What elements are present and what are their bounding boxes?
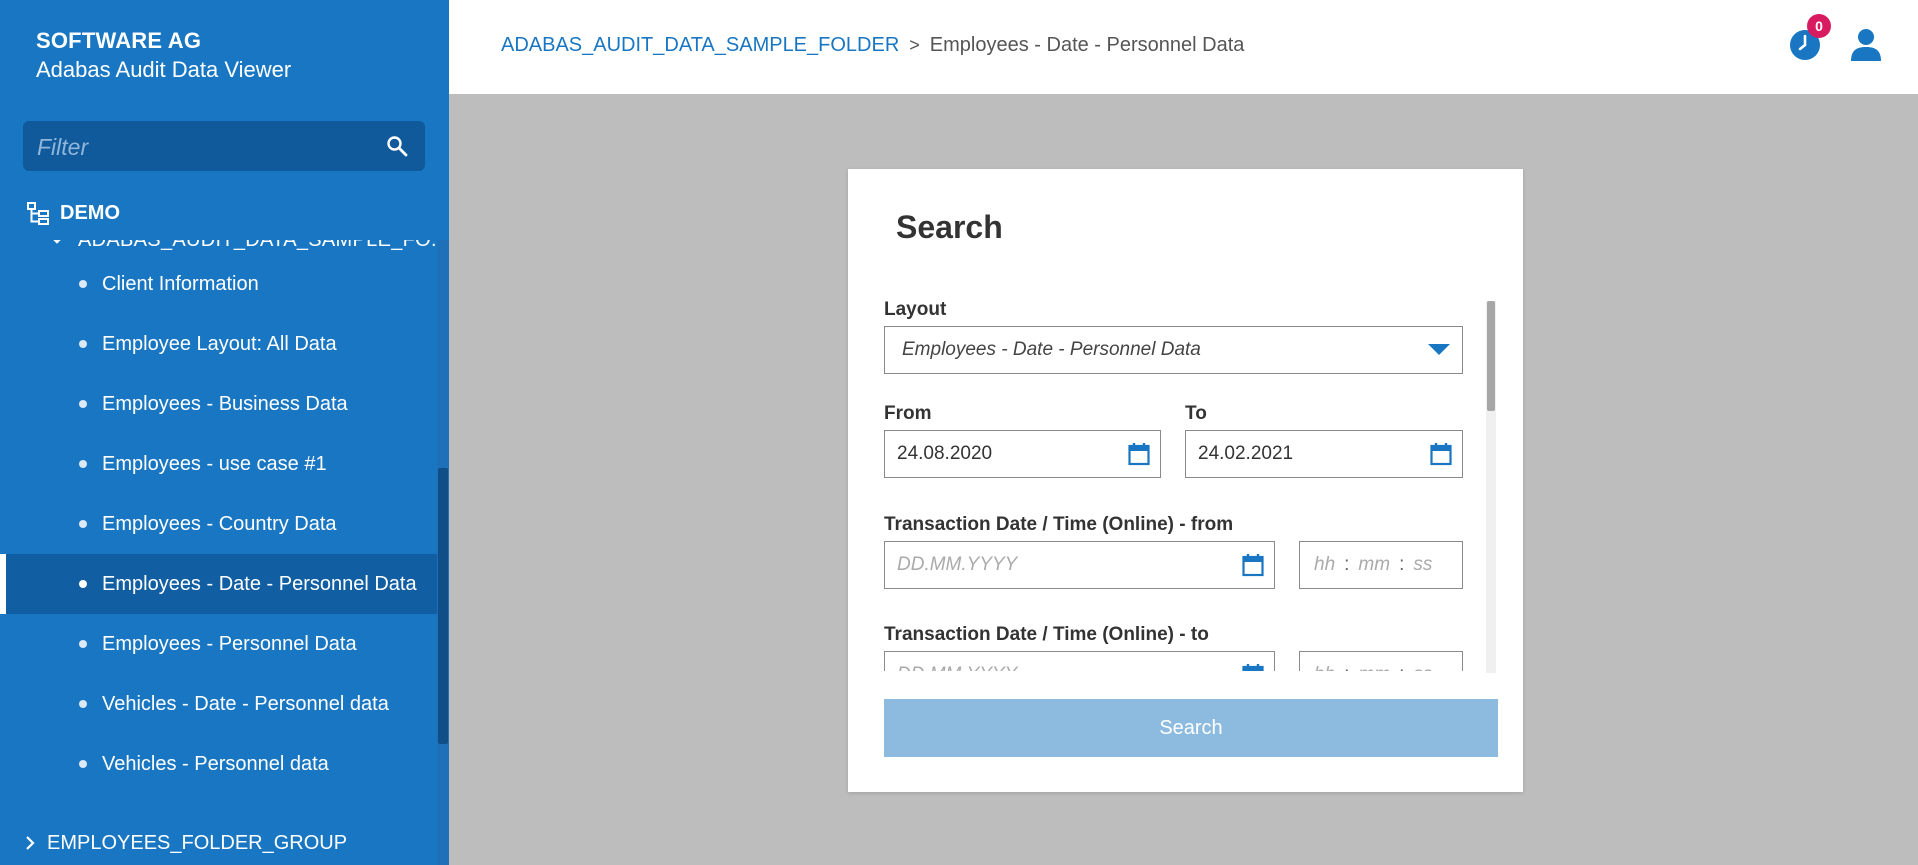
breadcrumb-current: Employees - Date - Personnel Data — [929, 34, 1245, 56]
sidebar-scrollbar-thumb[interactable] — [438, 468, 448, 744]
tree-item-label: Vehicles - Date - Personnel data — [102, 692, 389, 715]
tree-item-employees-country-data[interactable]: Employees - Country Data — [0, 494, 437, 554]
chevron-right-icon — [26, 836, 35, 850]
breadcrumb-folder-link[interactable]: ADABAS_AUDIT_DATA_SAMPLE_FOLDER — [501, 34, 899, 57]
bullet-icon — [79, 760, 87, 768]
time-hh-placeholder: hh — [1314, 554, 1336, 575]
time-ss-placeholder: ss — [1413, 664, 1432, 671]
layout-label: Layout — [884, 299, 947, 320]
tree-root-demo[interactable]: DEMO — [26, 196, 120, 230]
tx-from-label: Transaction Date / Time (Online) - from — [884, 514, 1234, 535]
time-mm-placeholder: mm — [1358, 664, 1390, 671]
to-date-field[interactable]: 24.02.2021 — [1185, 430, 1463, 478]
tree-item-employees-personnel-data[interactable]: Employees - Personnel Data — [0, 614, 437, 674]
dialog-scrollbar-thumb[interactable] — [1487, 301, 1495, 411]
bullet-icon — [79, 580, 87, 588]
tree-folder-label: EMPLOYEES_FOLDER_GROUP — [47, 831, 348, 854]
tx-to-label: Transaction Date / Time (Online) - to — [884, 624, 1209, 645]
layout-select-value: Employees - Date - Personnel Data — [902, 339, 1201, 360]
tree-item-label: Employees - Business Data — [102, 392, 348, 415]
sidebar: SOFTWARE AG Adabas Audit Data Viewer DEM… — [0, 0, 449, 865]
time-separator: : — [1399, 554, 1405, 575]
history-count-badge: 0 — [1807, 14, 1831, 38]
to-label: To — [1185, 403, 1207, 424]
search-icon[interactable] — [385, 134, 409, 158]
search-button[interactable]: Search — [884, 699, 1498, 757]
tree-item-vehicles-personnel-data[interactable]: Vehicles - Personnel data — [0, 734, 437, 794]
calendar-icon[interactable] — [1242, 663, 1264, 671]
tree-item-employees-date-personnel-data[interactable]: Employees - Date - Personnel Data — [0, 554, 437, 614]
tree-folder-employees-folder-group[interactable]: EMPLOYEES_FOLDER_GROUP — [25, 826, 347, 860]
bullet-icon — [79, 460, 87, 468]
brand: SOFTWARE AG Adabas Audit Data Viewer — [36, 28, 291, 83]
tree-icon — [27, 202, 49, 225]
tx-from-time-field[interactable]: hh : mm : ss — [1299, 541, 1463, 589]
header: ADABAS_AUDIT_DATA_SAMPLE_FOLDER > Employ… — [449, 0, 1918, 94]
breadcrumb: ADABAS_AUDIT_DATA_SAMPLE_FOLDER > Employ… — [501, 34, 1244, 57]
brand-company: SOFTWARE AG — [36, 28, 202, 53]
bullet-icon — [79, 280, 87, 288]
tx-from-date-placeholder: DD.MM.YYYY — [897, 554, 1018, 575]
bullet-icon — [79, 640, 87, 648]
brand-app-name: Adabas Audit Data Viewer — [36, 57, 292, 82]
tree-item-label: Employees - Country Data — [102, 512, 337, 535]
time-separator: : — [1344, 554, 1350, 575]
tree-item-vehicles-date-personnel-data[interactable]: Vehicles - Date - Personnel data — [0, 674, 437, 734]
tree-scroll-area: ADABAS_AUDIT_DATA_SAMPLE_FO... Client In… — [0, 240, 449, 865]
calendar-icon[interactable] — [1242, 553, 1264, 577]
layout-select[interactable]: Employees - Date - Personnel Data — [884, 326, 1463, 374]
search-dialog: Search Layout Employees - Date - Personn… — [848, 169, 1523, 792]
bullet-icon — [79, 520, 87, 528]
breadcrumb-separator: > — [909, 35, 920, 55]
tree-item-label: Employee Layout: All Data — [102, 332, 337, 355]
tx-to-time-field[interactable]: hh : mm : ss — [1299, 651, 1463, 671]
tree-root-label: DEMO — [60, 201, 120, 224]
user-icon[interactable] — [1847, 26, 1885, 64]
from-date-value: 24.08.2020 — [897, 443, 993, 464]
tree-item-label: Client Information — [102, 272, 259, 295]
to-date-value: 24.02.2021 — [1198, 443, 1294, 464]
tx-to-date-field[interactable]: DD.MM.YYYY — [884, 651, 1275, 671]
bullet-icon — [79, 400, 87, 408]
calendar-icon[interactable] — [1430, 442, 1452, 466]
tree-item-employee-layout-all-data[interactable]: Employee Layout: All Data — [0, 314, 437, 374]
filter-input[interactable] — [35, 121, 379, 173]
tx-to-date-placeholder: DD.MM.YYYY — [885, 664, 1274, 671]
tx-from-date-field[interactable]: DD.MM.YYYY — [884, 541, 1275, 589]
from-date-field[interactable]: 24.08.2020 — [884, 430, 1161, 478]
bullet-icon — [79, 700, 87, 708]
search-form: Layout Employees - Date - Personnel Data… — [884, 299, 1464, 671]
chevron-down-icon — [53, 240, 61, 244]
tree-item-label: Employees - Date - Personnel Data — [102, 572, 417, 595]
tree-item-label: Vehicles - Personnel data — [102, 752, 329, 775]
bullet-icon — [79, 340, 87, 348]
time-separator: : — [1399, 664, 1404, 671]
time-separator: : — [1344, 664, 1349, 671]
calendar-icon[interactable] — [1128, 442, 1150, 466]
time-mm-placeholder: mm — [1358, 554, 1391, 575]
tree-folder-label: ADABAS_AUDIT_DATA_SAMPLE_FO... — [78, 240, 449, 252]
tree-item-employees-business-data[interactable]: Employees - Business Data — [0, 374, 437, 434]
tree-item-client-information[interactable]: Client Information — [0, 254, 437, 314]
time-ss-placeholder: ss — [1413, 554, 1433, 575]
filter-box — [23, 121, 425, 173]
dropdown-arrow-icon — [1428, 344, 1450, 355]
tree-item-label: Employees - use case #1 — [102, 452, 327, 475]
tree-item-employees-use-case-1[interactable]: Employees - use case #1 — [0, 434, 437, 494]
time-hh-placeholder: hh — [1314, 664, 1335, 671]
tree-item-label: Employees - Personnel Data — [102, 632, 357, 655]
from-label: From — [884, 403, 932, 424]
dialog-title: Search — [896, 209, 1003, 245]
